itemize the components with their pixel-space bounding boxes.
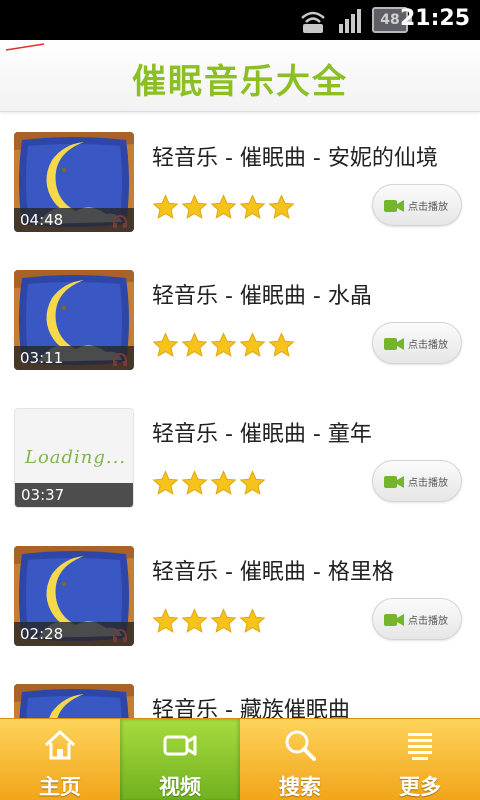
- video-thumbnail[interactable]: 02:28: [14, 546, 134, 646]
- play-button[interactable]: 点击播放: [372, 184, 462, 226]
- bottom-nav: 主页 视频 搜索 更多: [0, 718, 480, 800]
- decorative-scratch: [5, 43, 45, 51]
- play-button-label: 点击播放: [408, 202, 448, 213]
- star-icon: [210, 608, 237, 633]
- star-icon: [181, 608, 208, 633]
- star-icon: [152, 194, 179, 219]
- headphone-icon: [113, 628, 127, 642]
- duration-text: 03:11: [20, 349, 64, 367]
- moon-pillow-thumbnail: [14, 684, 134, 718]
- duration-text: 04:48: [20, 211, 64, 229]
- star-icon: [181, 470, 208, 495]
- star-icon: [152, 608, 179, 633]
- play-button-label: 点击播放: [408, 616, 448, 627]
- star-icon: [210, 194, 237, 219]
- home-icon: [44, 730, 76, 760]
- star-icon: [268, 332, 295, 357]
- star-icon: [152, 470, 179, 495]
- rating-stars: [152, 332, 295, 362]
- video-camera-icon: [163, 735, 197, 756]
- headphone-icon: [113, 352, 127, 366]
- title-bar: 催眠音乐大全: [0, 40, 480, 112]
- song-title: 轻音乐 - 催眠曲 - 水晶: [152, 284, 372, 309]
- star-icon: [210, 332, 237, 357]
- play-button[interactable]: 点击播放: [372, 460, 462, 502]
- status-time: 21:25: [399, 6, 470, 31]
- duration-bar: 03:11: [14, 346, 134, 370]
- status-bar: 48 21:25: [0, 0, 480, 40]
- star-icon: [239, 332, 266, 357]
- star-icon: [239, 608, 266, 633]
- duration-text: 03:37: [21, 486, 65, 504]
- song-title: 轻音乐 - 催眠曲 - 安妮的仙境: [152, 146, 438, 171]
- loading-text: Loading...: [25, 447, 127, 468]
- star-icon: [239, 470, 266, 495]
- rating-stars: [152, 470, 266, 500]
- list-item[interactable]: Loading... 03:37 轻音乐 - 催眠曲 - 童年点击播放: [0, 388, 480, 526]
- song-title: 轻音乐 - 催眠曲 - 童年: [152, 422, 372, 447]
- rating-stars: [152, 608, 266, 638]
- list-item[interactable]: 轻音乐 - 藏族催眠曲: [0, 664, 480, 718]
- video-thumbnail[interactable]: [14, 684, 134, 718]
- duration-bar: 04:48: [14, 208, 134, 232]
- rating-stars: [152, 194, 295, 224]
- list-item[interactable]: 04:48 轻音乐 - 催眠曲 - 安妮的仙境点击播放: [0, 112, 480, 250]
- song-list: 04:48 轻音乐 - 催眠曲 - 安妮的仙境点击播放 03:11 轻音乐 - 催眠曲…: [0, 112, 480, 718]
- nav-home[interactable]: 主页: [0, 719, 120, 800]
- play-button-label: 点击播放: [408, 340, 448, 351]
- nav-video-label: 视频: [159, 775, 201, 799]
- list-item[interactable]: 02:28 轻音乐 - 催眠曲 - 格里格点击播放: [0, 526, 480, 664]
- search-icon: [285, 730, 316, 761]
- nav-more-label: 更多: [399, 775, 441, 799]
- star-icon: [210, 470, 237, 495]
- song-title: 轻音乐 - 催眠曲 - 格里格: [152, 560, 394, 585]
- star-icon: [152, 332, 179, 357]
- star-icon: [268, 194, 295, 219]
- duration-bar: 02:28: [14, 622, 134, 646]
- video-thumbnail[interactable]: 03:11: [14, 270, 134, 370]
- nav-search[interactable]: 搜索: [240, 719, 360, 800]
- nav-video[interactable]: 视频: [120, 719, 240, 800]
- nav-more[interactable]: 更多: [360, 719, 480, 800]
- list-item[interactable]: 03:11 轻音乐 - 催眠曲 - 水晶点击播放: [0, 250, 480, 388]
- page-title: 催眠音乐大全: [132, 62, 348, 102]
- video-camera-icon: [384, 338, 404, 350]
- headphone-icon: [113, 214, 127, 228]
- play-button[interactable]: 点击播放: [372, 322, 462, 364]
- video-camera-icon: [384, 476, 404, 488]
- wifi-icon: [301, 11, 325, 33]
- play-button[interactable]: 点击播放: [372, 598, 462, 640]
- star-icon: [239, 194, 266, 219]
- more-icon: [408, 733, 432, 760]
- signal-icon: [339, 9, 361, 33]
- video-camera-icon: [384, 614, 404, 626]
- star-icon: [181, 332, 208, 357]
- song-title: 轻音乐 - 藏族催眠曲: [152, 698, 350, 718]
- nav-home-label: 主页: [39, 775, 81, 799]
- play-button-label: 点击播放: [408, 478, 448, 489]
- star-icon: [181, 194, 208, 219]
- duration-bar: 03:37: [15, 483, 133, 507]
- video-camera-icon: [384, 200, 404, 212]
- nav-search-label: 搜索: [279, 775, 321, 799]
- app-screen: 48 21:25 催眠音乐大全 04:48 轻音乐 - 催眠曲 - 安妮的仙境点击…: [0, 0, 480, 800]
- video-thumbnail[interactable]: Loading... 03:37: [14, 408, 134, 508]
- video-thumbnail[interactable]: 04:48: [14, 132, 134, 232]
- duration-text: 02:28: [20, 625, 64, 643]
